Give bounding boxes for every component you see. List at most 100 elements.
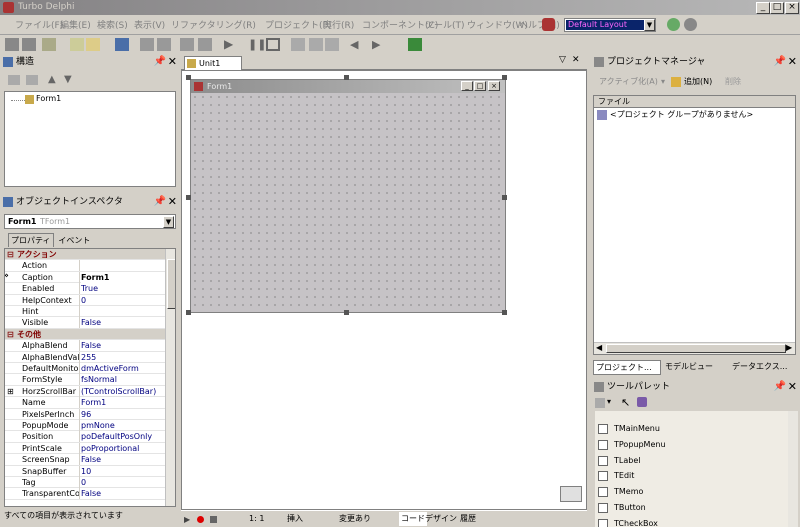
property-category[interactable]: ⊟ アクション	[5, 249, 165, 261]
close-button[interactable]: ×	[785, 2, 799, 14]
pointer-icon[interactable]: ↖	[621, 396, 630, 409]
column-divider[interactable]	[79, 477, 80, 488]
new-icon[interactable]	[5, 38, 19, 51]
inspector-scrollbar[interactable]	[165, 249, 175, 506]
pin-icon[interactable]: 📌	[774, 380, 786, 394]
resize-handle[interactable]	[186, 310, 191, 315]
column-divider[interactable]	[79, 306, 80, 317]
scroll-left-icon[interactable]: ◀	[596, 343, 602, 352]
chevron-down-icon[interactable]: ▾	[661, 74, 665, 90]
design-surface[interactable]: Form1 _ □ ×	[181, 70, 587, 510]
stop-macro-icon[interactable]	[210, 516, 217, 523]
column-divider[interactable]	[79, 260, 80, 272]
close-icon[interactable]: ✕	[168, 195, 177, 209]
tab-model-view[interactable]: モデルビュー	[663, 360, 715, 373]
property-value[interactable]: False	[81, 317, 101, 328]
tree-folder2-icon[interactable]	[26, 75, 38, 85]
close-icon[interactable]: ✕	[168, 55, 177, 69]
resize-handle[interactable]	[186, 195, 191, 200]
property-value[interactable]: fsNormal	[81, 374, 117, 385]
menu-file[interactable]: ファイル(F)	[15, 18, 63, 31]
resize-handle[interactable]	[186, 75, 191, 80]
property-value[interactable]: poDefaultPosOnly	[81, 431, 152, 442]
tab-project[interactable]: プロジェクト...	[593, 360, 661, 375]
property-row[interactable]: Enabled True	[5, 283, 165, 295]
tab-unit1[interactable]: Unit1	[184, 56, 242, 70]
categories-icon[interactable]	[595, 398, 605, 408]
palette-item[interactable]: TCheckBox	[596, 515, 796, 527]
property-value[interactable]: poProportional	[81, 443, 139, 454]
column-divider[interactable]	[79, 271, 80, 283]
new-form-icon[interactable]	[70, 38, 84, 51]
column-divider[interactable]	[79, 385, 80, 397]
resize-handle[interactable]	[502, 195, 507, 200]
open-icon[interactable]	[86, 38, 100, 51]
scroll-thumb[interactable]	[167, 259, 175, 309]
help-icon[interactable]	[408, 38, 422, 51]
menu-tools[interactable]: ツール(T)	[425, 18, 465, 31]
property-row[interactable]: TransparentColorFalse	[5, 488, 165, 500]
column-divider[interactable]	[79, 294, 80, 306]
close-icon[interactable]: ✕	[788, 55, 797, 69]
stop-icon[interactable]	[266, 38, 280, 51]
column-divider[interactable]	[79, 488, 80, 500]
property-value[interactable]: (TControlScrollBar)	[81, 386, 156, 397]
column-divider[interactable]	[79, 363, 80, 374]
column-divider[interactable]	[79, 351, 80, 363]
close-tab-icon[interactable]: ✕	[572, 55, 580, 65]
property-row[interactable]: FormStyle fsNormal	[5, 374, 165, 386]
save-all-icon[interactable]	[140, 38, 154, 51]
menu-view[interactable]: 表示(V)	[134, 18, 165, 31]
property-value[interactable]: False	[81, 488, 101, 499]
property-row[interactable]: HelpContext 0	[5, 294, 165, 306]
tab-design[interactable]: デザイン	[425, 512, 457, 526]
chevron-down-icon[interactable]: ▼	[644, 19, 655, 31]
property-value[interactable]: Form1	[81, 271, 165, 283]
column-divider[interactable]	[79, 408, 80, 420]
property-row[interactable]: Hint	[5, 306, 165, 318]
scroll-right-icon[interactable]: ▶	[786, 343, 792, 352]
form1-window[interactable]: Form1 _ □ ×	[190, 79, 506, 313]
view-unit-icon[interactable]	[180, 38, 194, 51]
property-row[interactable]: Tag 0	[5, 477, 165, 489]
column-divider[interactable]	[79, 317, 80, 329]
resize-handle[interactable]	[502, 75, 507, 80]
pin-icon[interactable]: 📌	[154, 55, 166, 69]
tree-item-form1[interactable]: Form1	[36, 94, 61, 103]
column-divider[interactable]	[79, 454, 80, 466]
play-macro-icon[interactable]: ▶	[184, 515, 190, 524]
property-value[interactable]: True	[81, 283, 98, 294]
column-divider[interactable]	[79, 397, 80, 409]
forward-icon[interactable]: ▶	[372, 38, 386, 51]
remove-button[interactable]: 削除	[725, 74, 741, 90]
close-icon[interactable]: ✕	[788, 380, 797, 394]
step-over-icon[interactable]	[309, 38, 323, 51]
collapse-icon[interactable]: ⊟	[7, 249, 14, 260]
chevron-down-icon[interactable]: ▼	[163, 216, 174, 228]
save-layout-icon[interactable]	[667, 18, 680, 31]
tab-list-icon[interactable]: ▽	[559, 55, 566, 65]
property-category[interactable]: ⊟ その他	[5, 328, 165, 341]
property-row[interactable]: Name Form1	[5, 397, 165, 409]
tab-data-explorer[interactable]: データエクス...	[730, 360, 789, 373]
back-icon[interactable]: ◀	[350, 38, 364, 51]
arrow-down-icon[interactable]: ▼	[64, 74, 72, 85]
tab-history[interactable]: 履歴	[460, 512, 476, 526]
property-value[interactable]: 255	[81, 352, 96, 363]
desktop-settings-icon[interactable]	[684, 18, 697, 31]
column-divider[interactable]	[79, 431, 80, 443]
property-row[interactable]: PrintScale poProportional	[5, 442, 165, 455]
resize-handle[interactable]	[344, 75, 349, 80]
property-row[interactable]: » Caption Form1	[5, 271, 165, 284]
column-divider[interactable]	[79, 420, 80, 431]
property-row[interactable]: PixelsPerInch 96	[5, 408, 165, 420]
property-value[interactable]: 10	[81, 466, 91, 477]
resize-handle[interactable]	[344, 310, 349, 315]
pin-icon[interactable]: 📌	[774, 55, 786, 69]
form1-client-area[interactable]	[191, 93, 505, 312]
column-divider[interactable]	[79, 465, 80, 477]
tab-events[interactable]: イベント	[56, 234, 92, 247]
collapse-icon[interactable]: ⊟	[7, 329, 14, 340]
filter-icon[interactable]	[637, 397, 647, 407]
tab-code[interactable]: コード	[399, 512, 427, 526]
